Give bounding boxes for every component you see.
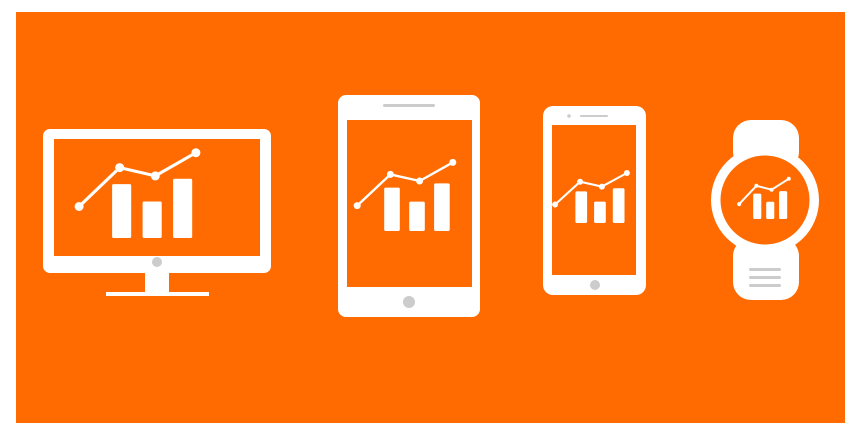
chart-point bbox=[769, 187, 774, 192]
chart-bar bbox=[753, 193, 762, 219]
chart-bar bbox=[142, 201, 162, 238]
chart-point bbox=[577, 178, 584, 185]
chart-bar bbox=[434, 183, 450, 231]
chart-bar bbox=[409, 201, 425, 231]
chart-bar bbox=[384, 187, 400, 231]
chart-point bbox=[386, 170, 394, 178]
chart-bar bbox=[575, 191, 588, 223]
chart-bar bbox=[594, 201, 606, 223]
tablet-icon bbox=[338, 95, 480, 317]
chart-point bbox=[353, 202, 361, 210]
chart-bar bbox=[766, 201, 775, 219]
illustration-banner bbox=[16, 12, 845, 423]
chart-point bbox=[115, 163, 125, 173]
chart-point bbox=[786, 176, 791, 181]
chart-point bbox=[416, 177, 424, 185]
chart-bar bbox=[173, 178, 193, 238]
smartphone-icon bbox=[543, 106, 646, 295]
chart-point bbox=[449, 158, 457, 166]
chart-point bbox=[74, 202, 84, 211]
chart-point bbox=[191, 148, 201, 158]
chart-point bbox=[150, 171, 160, 181]
chart-point bbox=[552, 201, 559, 208]
desktop-monitor-icon bbox=[43, 129, 271, 296]
chart-point bbox=[598, 183, 605, 190]
chart-point bbox=[754, 183, 759, 188]
chart-bar bbox=[612, 188, 625, 223]
chart-point bbox=[737, 202, 742, 207]
chart-point bbox=[623, 170, 630, 176]
chart-bar bbox=[779, 191, 788, 219]
chart-bar bbox=[112, 184, 132, 238]
